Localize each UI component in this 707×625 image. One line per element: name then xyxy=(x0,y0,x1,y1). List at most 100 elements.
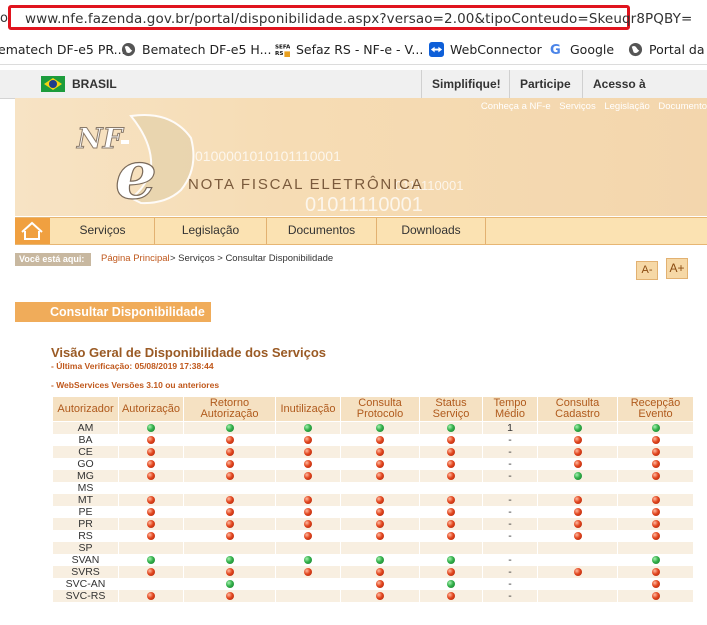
status-fail-icon xyxy=(225,568,234,577)
status-cell xyxy=(419,578,483,590)
nav-downloads[interactable]: Downloads xyxy=(377,218,486,244)
status-fail-icon xyxy=(147,520,155,529)
status-cell xyxy=(183,554,276,566)
status-cell xyxy=(118,518,184,530)
status-fail-icon xyxy=(573,532,582,541)
status-cell xyxy=(275,458,341,470)
status-cell xyxy=(617,518,694,530)
status-cell xyxy=(183,566,276,578)
table-row: MT - xyxy=(52,494,694,506)
table-cell xyxy=(118,542,184,554)
gov-link-simplifique[interactable]: Simplifique! xyxy=(421,70,511,98)
banner-link-legislacao[interactable]: Legislação xyxy=(604,101,649,112)
status-fail-icon xyxy=(573,448,582,457)
home-icon xyxy=(21,221,43,240)
gov-link-acesso-informacao[interactable]: Acesso à informação xyxy=(582,70,707,119)
status-cell xyxy=(537,446,618,458)
table-cell xyxy=(118,578,184,590)
status-cell xyxy=(537,566,618,578)
nfe-banner: Conheça a NF-e Serviços Legislação Docum… xyxy=(15,98,707,216)
bookmark-google[interactable]: G Google xyxy=(549,42,614,57)
column-header: Recepção Evento xyxy=(617,396,694,422)
table-cell: - xyxy=(482,434,538,446)
status-cell xyxy=(275,470,341,482)
last-check-text: - Última Verificação: 05/08/2019 17:38:4… xyxy=(51,361,214,371)
gov-link-participe[interactable]: Participe xyxy=(509,70,581,98)
status-cell xyxy=(340,494,420,506)
status-cell xyxy=(183,530,276,542)
url-prefix: o xyxy=(0,11,8,26)
table-cell: - xyxy=(482,446,538,458)
status-cell xyxy=(419,470,483,482)
status-cell xyxy=(118,566,184,578)
bookmark-bematech-pr[interactable]: ematech DF-e5 PR... xyxy=(0,42,126,57)
status-cell xyxy=(118,494,184,506)
table-cell xyxy=(537,554,618,566)
status-fail-icon xyxy=(225,496,234,505)
status-cell xyxy=(617,421,694,434)
table-cell: - xyxy=(482,506,538,518)
table-row: SVRS - xyxy=(52,566,694,578)
status-cell xyxy=(617,554,694,566)
status-cell xyxy=(617,530,694,542)
banner-link-documento[interactable]: Documento xyxy=(658,101,707,112)
nav-servicos[interactable]: Serviços xyxy=(51,218,155,244)
font-increase-button[interactable]: A+ xyxy=(666,258,688,279)
status-fail-icon xyxy=(304,532,312,541)
status-cell xyxy=(340,421,420,434)
status-cell xyxy=(537,530,618,542)
status-cell xyxy=(617,458,694,470)
bookmark-sefaz-rs[interactable]: SEFA RS Sefaz RS - NF-e - V... xyxy=(275,42,423,57)
status-cell xyxy=(340,434,420,446)
bookmark-portal-nfe[interactable]: Portal da N xyxy=(628,42,707,57)
nav-documentos[interactable]: Documentos xyxy=(267,218,377,244)
status-ok-icon xyxy=(225,580,234,589)
status-fail-icon xyxy=(225,436,234,445)
autorizador-cell: SP xyxy=(52,542,119,554)
status-fail-icon xyxy=(147,496,155,505)
table-cell: - xyxy=(482,566,538,578)
table-cell xyxy=(482,482,538,494)
status-ok-icon xyxy=(225,556,234,565)
logo-e-text: e xyxy=(115,136,157,208)
address-bar-url[interactable]: www.nfe.fazenda.gov.br/portal/disponibil… xyxy=(25,11,692,27)
status-fail-icon xyxy=(651,460,660,469)
gov-bar: BRASIL Simplifique! Participe Acesso à i… xyxy=(0,70,707,119)
bookmark-bematech-h[interactable]: Bematech DF-e5 H... xyxy=(121,42,272,57)
status-fail-icon xyxy=(447,520,455,529)
status-cell xyxy=(537,518,618,530)
breadcrumb-home-link[interactable]: Página Principal xyxy=(101,253,170,264)
autorizador-cell: MS xyxy=(52,482,119,494)
google-icon: G xyxy=(550,43,561,57)
status-fail-icon xyxy=(304,472,312,481)
breadcrumb-label: Você está aqui: xyxy=(15,253,91,266)
font-decrease-button[interactable]: A- xyxy=(636,261,658,280)
status-fail-icon xyxy=(376,592,384,601)
svg-text:G: G xyxy=(550,43,561,57)
nav-legislacao[interactable]: Legislação xyxy=(155,218,267,244)
banner-title: NOTA FISCAL ELETRÔNICA xyxy=(188,176,424,193)
table-row: SVC-AN - xyxy=(52,578,694,590)
banner-link-servicos[interactable]: Serviços xyxy=(559,101,595,112)
status-cell xyxy=(183,518,276,530)
nfe-logo[interactable]: NF e xyxy=(71,108,201,208)
globe-icon xyxy=(121,42,136,57)
status-cell xyxy=(118,530,184,542)
status-cell xyxy=(537,421,618,434)
table-cell: - xyxy=(482,458,538,470)
gov-country-label[interactable]: BRASIL xyxy=(72,77,117,91)
home-button[interactable] xyxy=(15,218,50,244)
status-fail-icon xyxy=(573,436,582,445)
status-cell xyxy=(419,590,483,602)
status-ok-icon xyxy=(304,556,312,565)
status-fail-icon xyxy=(376,580,384,589)
status-fail-icon xyxy=(376,496,384,505)
bookmark-webconnector[interactable]: WebConnector xyxy=(429,42,542,57)
table-header-row: Autorizador Autorização Retorno Autorizaçã… xyxy=(52,396,694,422)
table-cell xyxy=(537,482,618,494)
status-ok-icon xyxy=(573,424,582,433)
breadcrumb-path: > Serviços > Consultar Disponibilidade xyxy=(170,253,334,264)
status-ok-icon xyxy=(651,556,660,565)
banner-link-conheca[interactable]: Conheça a NF-e xyxy=(481,101,551,112)
address-bar[interactable]: www.nfe.fazenda.gov.br/portal/disponibil… xyxy=(8,5,692,30)
